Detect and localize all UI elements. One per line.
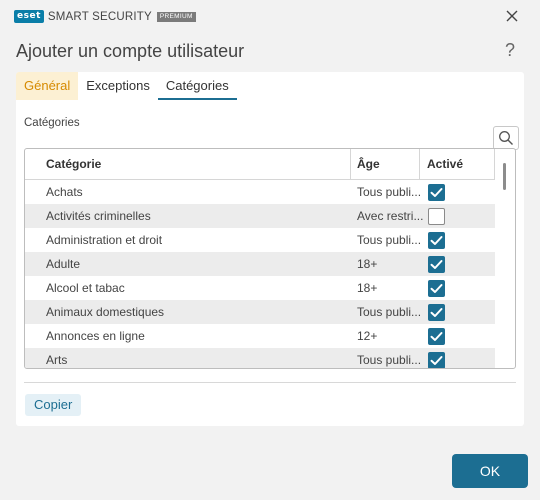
- tab-exceptions[interactable]: Exceptions: [78, 72, 158, 100]
- column-header-enabled[interactable]: Activé: [421, 149, 463, 180]
- category-name: Annonces en ligne: [46, 329, 145, 343]
- divider: [24, 382, 516, 383]
- category-name: Administration et droit: [46, 233, 163, 247]
- section-label: Catégories: [24, 117, 80, 129]
- eset-logo: eset SMART SECURITY PREMIUM: [14, 10, 196, 23]
- table-row[interactable]: Adulte 18+: [25, 252, 495, 276]
- close-icon: [506, 10, 518, 22]
- settings-panel: Général Exceptions Catégories Catégories…: [16, 72, 524, 426]
- column-header-category[interactable]: Catégorie: [40, 149, 101, 180]
- category-age: Tous publi...: [357, 233, 422, 247]
- table-row[interactable]: Activités criminelles Avec restri...: [25, 204, 495, 228]
- ok-button[interactable]: OK: [452, 454, 528, 488]
- checkmark-icon: [430, 308, 443, 317]
- product-name: SMART SECURITY: [47, 10, 152, 23]
- checkmark-icon: [430, 236, 443, 245]
- category-name: Arts: [46, 353, 68, 367]
- enabled-checkbox[interactable]: [428, 232, 445, 249]
- enabled-checkbox[interactable]: [428, 352, 445, 368]
- table-row[interactable]: Administration et droit Tous publi...: [25, 228, 495, 252]
- category-name: Adulte: [46, 257, 81, 271]
- category-age: Tous publi...: [357, 353, 422, 367]
- category-name: Animaux domestiques: [46, 305, 165, 319]
- category-name: Activités criminelles: [46, 209, 151, 223]
- search-button[interactable]: [493, 126, 519, 150]
- categories-table: Catégorie Âge Activé Achats Tous publi..…: [24, 148, 516, 369]
- search-icon: [499, 131, 513, 145]
- help-button[interactable]: ?: [505, 40, 515, 61]
- category-age: Avec restri...: [357, 209, 423, 223]
- category-age: 18+: [357, 281, 378, 295]
- page-title: Ajouter un compte utilisateur: [16, 41, 245, 61]
- checkmark-icon: [430, 356, 443, 365]
- enabled-checkbox[interactable]: [428, 208, 445, 225]
- edition-badge: PREMIUM: [156, 11, 196, 22]
- category-age: Tous publi...: [357, 305, 422, 319]
- scrollbar-thumb[interactable]: [503, 163, 506, 190]
- table-row[interactable]: Arts Tous publi...: [25, 348, 495, 368]
- table-row[interactable]: Animaux domestiques Tous publi...: [25, 300, 495, 324]
- checkmark-icon: [430, 284, 443, 293]
- eset-logo-badge: eset: [14, 10, 44, 23]
- enabled-checkbox[interactable]: [428, 304, 445, 321]
- table-header: Catégorie Âge Activé: [25, 149, 495, 180]
- table-body: Achats Tous publi... Activités criminell…: [25, 180, 495, 368]
- category-age: Tous publi...: [357, 185, 422, 199]
- enabled-checkbox[interactable]: [428, 280, 445, 297]
- enabled-checkbox[interactable]: [428, 184, 445, 201]
- category-age: 12+: [357, 329, 378, 343]
- category-name: Alcool et tabac: [46, 281, 125, 295]
- checkmark-icon: [430, 188, 443, 197]
- table-row[interactable]: Annonces en ligne 12+: [25, 324, 495, 348]
- enabled-checkbox[interactable]: [428, 256, 445, 273]
- checkmark-icon: [430, 260, 443, 269]
- column-divider: [419, 149, 420, 180]
- title-bar: eset SMART SECURITY PREMIUM: [0, 0, 540, 32]
- table-scrollbar[interactable]: [499, 157, 509, 362]
- column-divider: [494, 149, 495, 180]
- checkmark-icon: [430, 332, 443, 341]
- column-header-age[interactable]: Âge: [351, 149, 380, 180]
- category-name: Achats: [46, 185, 83, 199]
- tab-bar: Général Exceptions Catégories: [16, 72, 237, 100]
- tab-general[interactable]: Général: [16, 72, 79, 100]
- close-button[interactable]: [502, 6, 522, 26]
- enabled-checkbox[interactable]: [428, 328, 445, 345]
- table-row[interactable]: Achats Tous publi...: [25, 180, 495, 204]
- copy-button[interactable]: Copier: [25, 394, 82, 416]
- category-age: 18+: [357, 257, 378, 271]
- tab-categories[interactable]: Catégories: [157, 72, 237, 100]
- table-row[interactable]: Alcool et tabac 18+: [25, 276, 495, 300]
